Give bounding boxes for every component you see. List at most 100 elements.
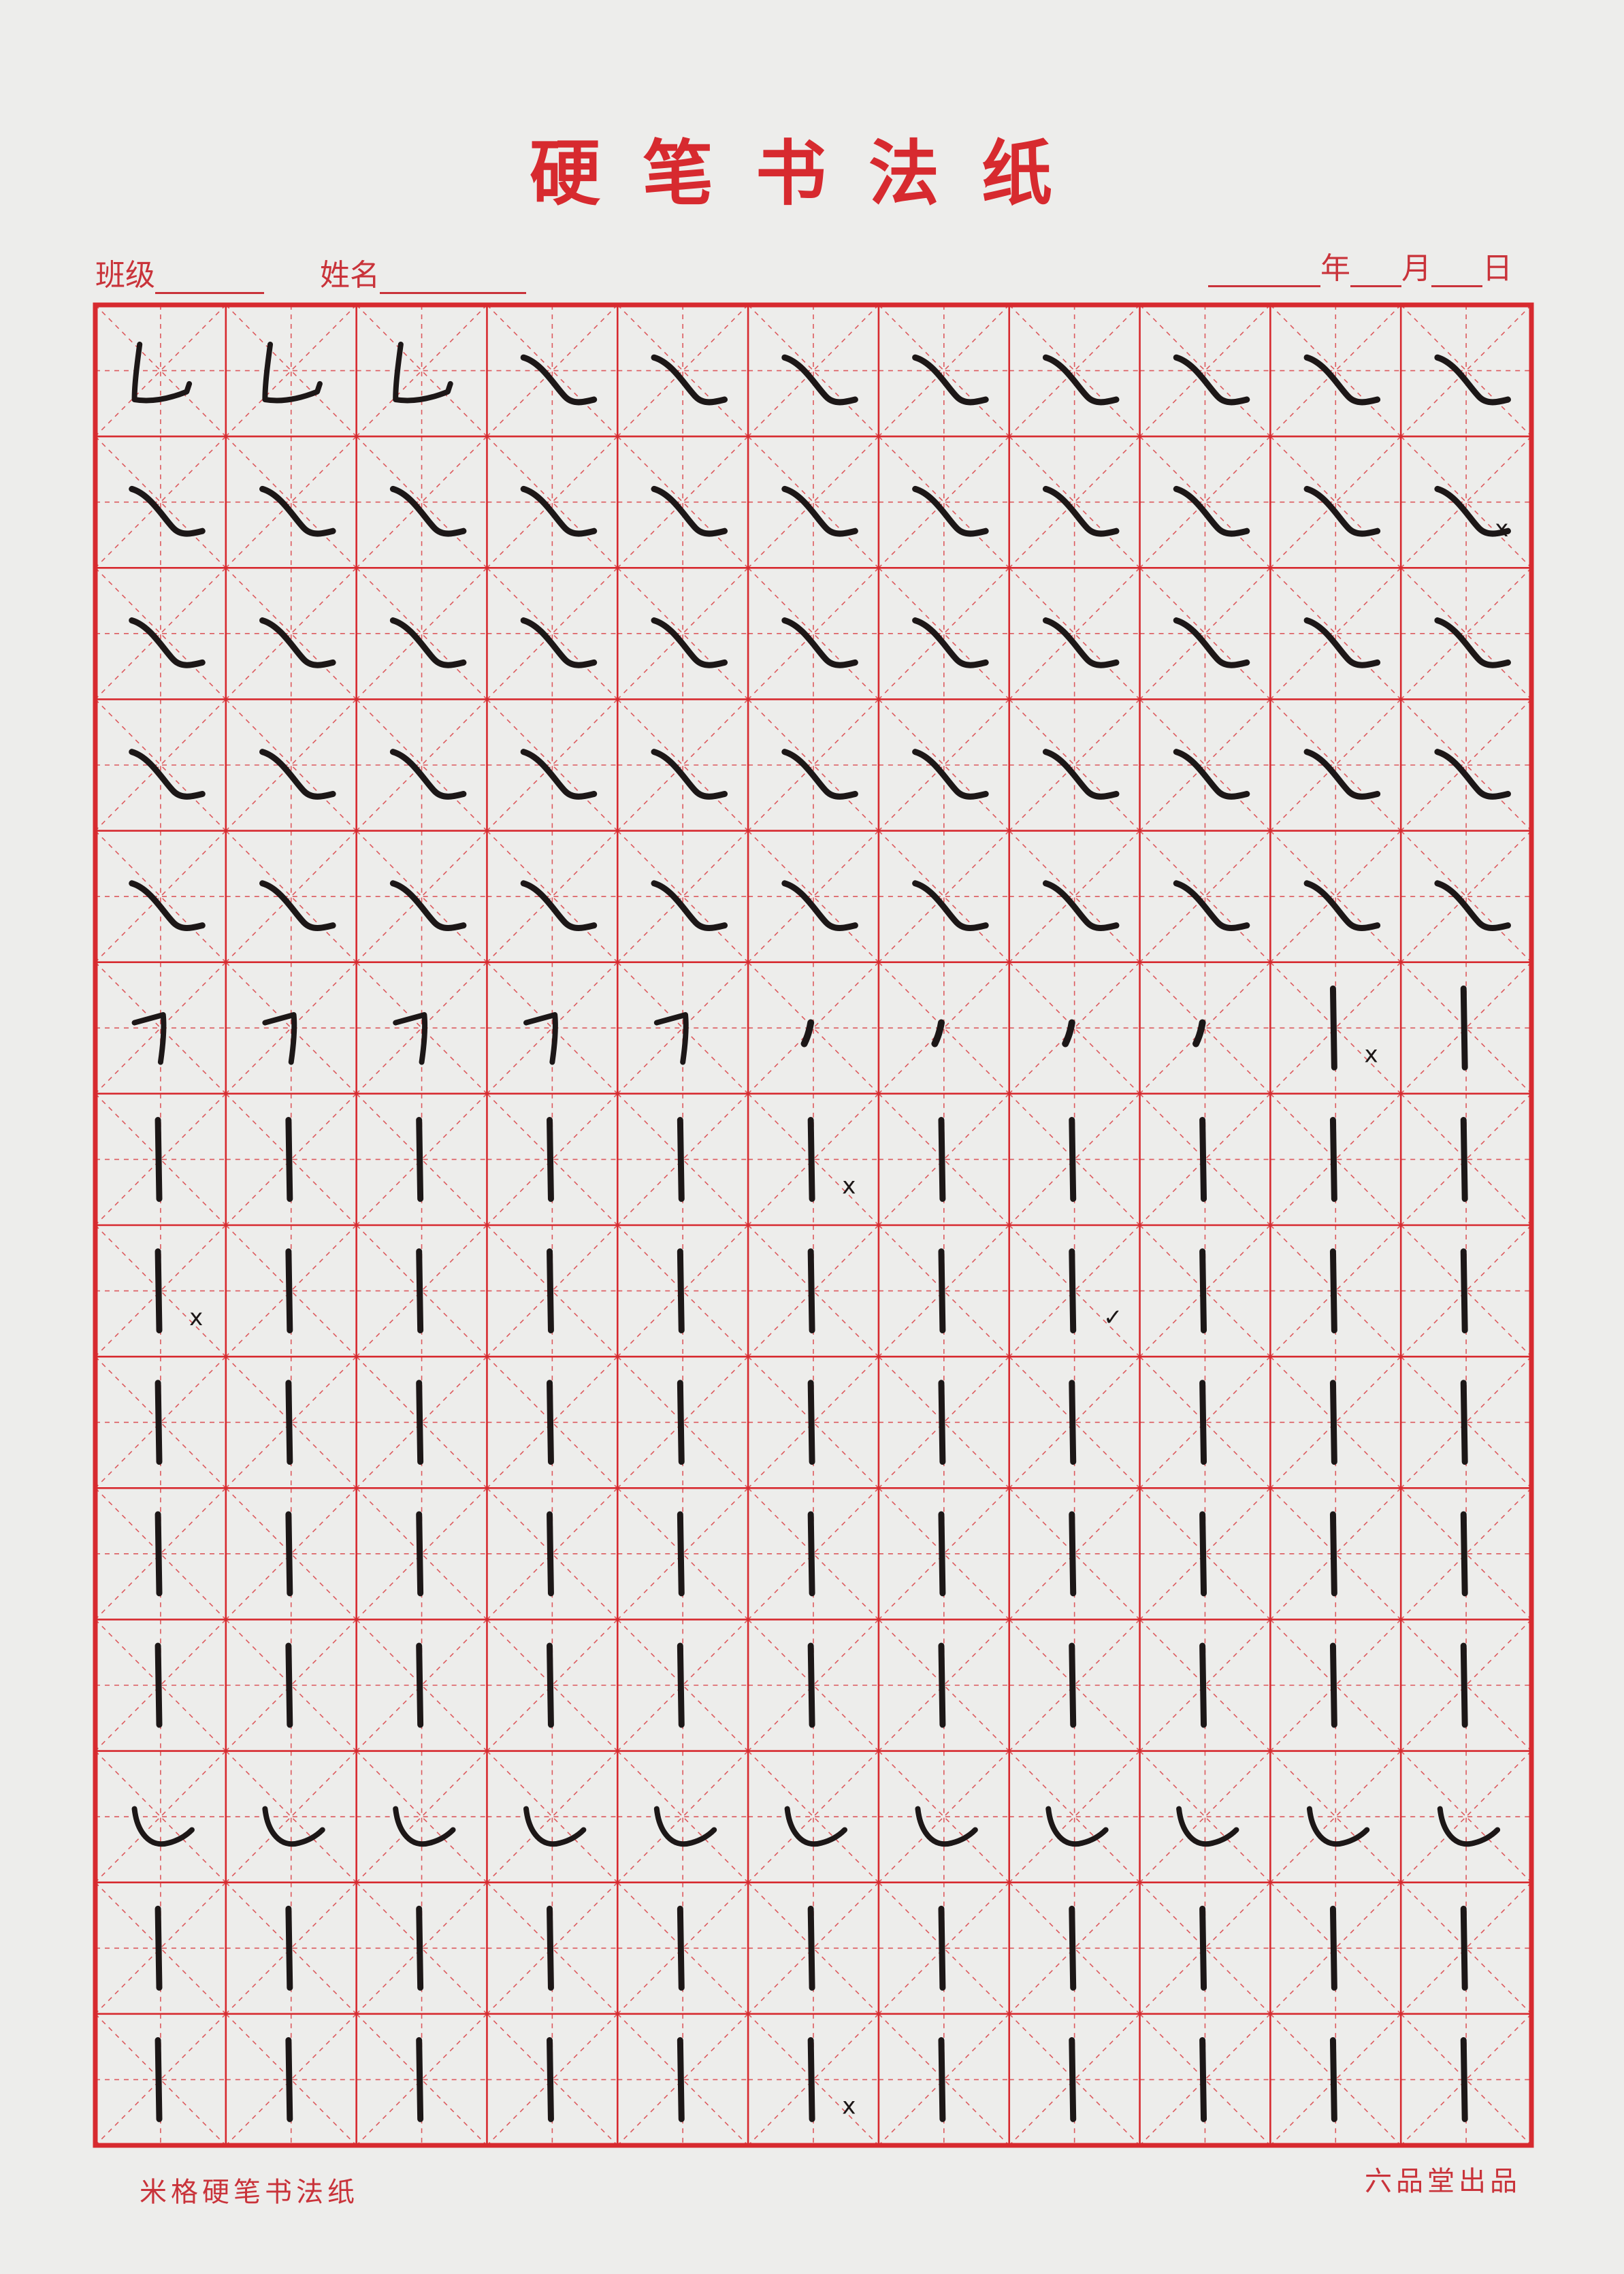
grid-cell[interactable] <box>878 436 1010 568</box>
grid-cell[interactable] <box>356 962 488 1094</box>
grid-cell[interactable] <box>1400 698 1532 832</box>
grid-cell[interactable] <box>1009 698 1141 832</box>
practice-stroke-shu <box>677 1511 685 1597</box>
grid-cell[interactable] <box>617 304 749 437</box>
grid-cell[interactable] <box>747 304 879 437</box>
practice-stroke-shu <box>155 1116 163 1202</box>
grid-cell[interactable] <box>1009 1751 1141 1883</box>
grid-cell[interactable] <box>1139 436 1271 568</box>
grid-cell[interactable] <box>1139 1751 1271 1883</box>
practice-stroke-shu <box>1069 1905 1077 1991</box>
grid-cell[interactable] <box>878 304 1010 437</box>
practice-stroke-shu <box>1199 1116 1207 1202</box>
grid-cell[interactable] <box>1400 830 1532 963</box>
grid-cell[interactable] <box>1009 436 1141 568</box>
practice-stroke-shu <box>285 1511 293 1597</box>
grid-cell[interactable] <box>1009 962 1141 1094</box>
practice-stroke-na <box>651 880 728 932</box>
grid-cell[interactable] <box>486 830 618 963</box>
practice-stroke-shu <box>1460 1380 1468 1465</box>
grid-cell[interactable] <box>225 830 357 963</box>
grid-cell[interactable] <box>747 1751 879 1883</box>
practice-stroke-na <box>1434 354 1511 406</box>
practice-stroke-shu <box>807 2036 815 2122</box>
grid-cell[interactable] <box>747 830 879 963</box>
practice-stroke-na <box>651 617 728 668</box>
practice-stroke-hengzhe <box>653 1011 689 1065</box>
practice-stroke-shu <box>1199 1380 1207 1465</box>
practice-stroke-na <box>1042 354 1120 406</box>
grid-cell[interactable] <box>225 304 357 437</box>
grid-cell[interactable] <box>486 304 618 437</box>
grid-cell[interactable] <box>225 436 357 568</box>
grid-cell[interactable] <box>486 962 618 1094</box>
grid-cell[interactable] <box>356 304 488 437</box>
grid-cell[interactable] <box>356 567 488 700</box>
grid-cell[interactable] <box>747 436 879 568</box>
grid-cell[interactable] <box>1269 698 1401 832</box>
practice-stroke-shu <box>1329 2036 1337 2122</box>
grid-cell[interactable] <box>486 436 618 568</box>
practice-stroke-shu <box>807 1511 815 1597</box>
grid-cell[interactable] <box>1269 436 1401 568</box>
grid-cell[interactable] <box>95 830 227 963</box>
grid-cell[interactable] <box>747 962 879 1094</box>
practice-stroke-hengzhe <box>393 1011 428 1065</box>
grid-cell[interactable] <box>1009 567 1141 700</box>
grid-cell[interactable] <box>878 567 1010 700</box>
grid-cell[interactable] <box>1009 830 1141 963</box>
grid-cell[interactable] <box>225 698 357 832</box>
grid-cell[interactable] <box>486 698 618 832</box>
practice-stroke-na <box>1303 354 1381 406</box>
grid-cell[interactable] <box>617 1751 749 1883</box>
grid-cell[interactable] <box>1139 304 1271 437</box>
grid-cell[interactable] <box>486 1751 618 1883</box>
grid-cell[interactable] <box>617 830 749 963</box>
grid-cell[interactable] <box>1269 567 1401 700</box>
grid-cell[interactable] <box>95 962 227 1094</box>
grid-cell[interactable] <box>878 1751 1010 1883</box>
grid-cell[interactable] <box>95 1751 227 1883</box>
grid-cell[interactable] <box>225 567 357 700</box>
practice-stroke-na <box>651 749 728 800</box>
grid-cell[interactable] <box>1269 830 1401 963</box>
grid-cell[interactable] <box>1139 962 1271 1094</box>
practice-stroke-shu <box>1069 1511 1077 1597</box>
grid-cell[interactable] <box>486 567 618 700</box>
practice-stroke-shu <box>938 1380 946 1465</box>
grid-cell[interactable] <box>95 304 227 437</box>
practice-stroke-shu <box>285 1248 293 1334</box>
grid-cell[interactable] <box>225 962 357 1094</box>
grid-cell[interactable] <box>356 830 488 963</box>
grid-cell[interactable] <box>1400 567 1532 700</box>
practice-stroke-na <box>520 617 598 668</box>
grid-cell[interactable] <box>1269 1751 1401 1883</box>
grid-cell[interactable] <box>1139 698 1271 832</box>
grid-cell[interactable] <box>1139 567 1271 700</box>
grid-cell[interactable] <box>878 698 1010 832</box>
practice-stroke-shu <box>285 1642 293 1728</box>
grid-cell[interactable] <box>617 962 749 1094</box>
grid-cell[interactable] <box>617 567 749 700</box>
grid-cell[interactable] <box>95 436 227 568</box>
grid-cell[interactable] <box>747 698 879 832</box>
grid-cell[interactable] <box>747 567 879 700</box>
grid-cell[interactable] <box>1139 830 1271 963</box>
grid-cell[interactable] <box>617 436 749 568</box>
grid-cell[interactable] <box>95 698 227 832</box>
grid-cell[interactable] <box>617 698 749 832</box>
grid-cell[interactable] <box>1400 436 1532 568</box>
grid-cell[interactable] <box>1009 304 1141 437</box>
grid-cell[interactable] <box>356 436 488 568</box>
grid-cell[interactable] <box>95 567 227 700</box>
practice-stroke-shu <box>416 1511 424 1597</box>
grid-cell[interactable] <box>1269 304 1401 437</box>
grid-cell[interactable] <box>356 1751 488 1883</box>
grid-cell[interactable] <box>878 962 1010 1094</box>
grid-cell[interactable] <box>1400 304 1532 437</box>
practice-stroke-shu <box>1199 1905 1207 1991</box>
grid-cell[interactable] <box>878 830 1010 963</box>
grid-cell[interactable] <box>356 698 488 832</box>
grid-cell[interactable] <box>225 1751 357 1883</box>
grid-cell[interactable] <box>1400 1751 1532 1883</box>
